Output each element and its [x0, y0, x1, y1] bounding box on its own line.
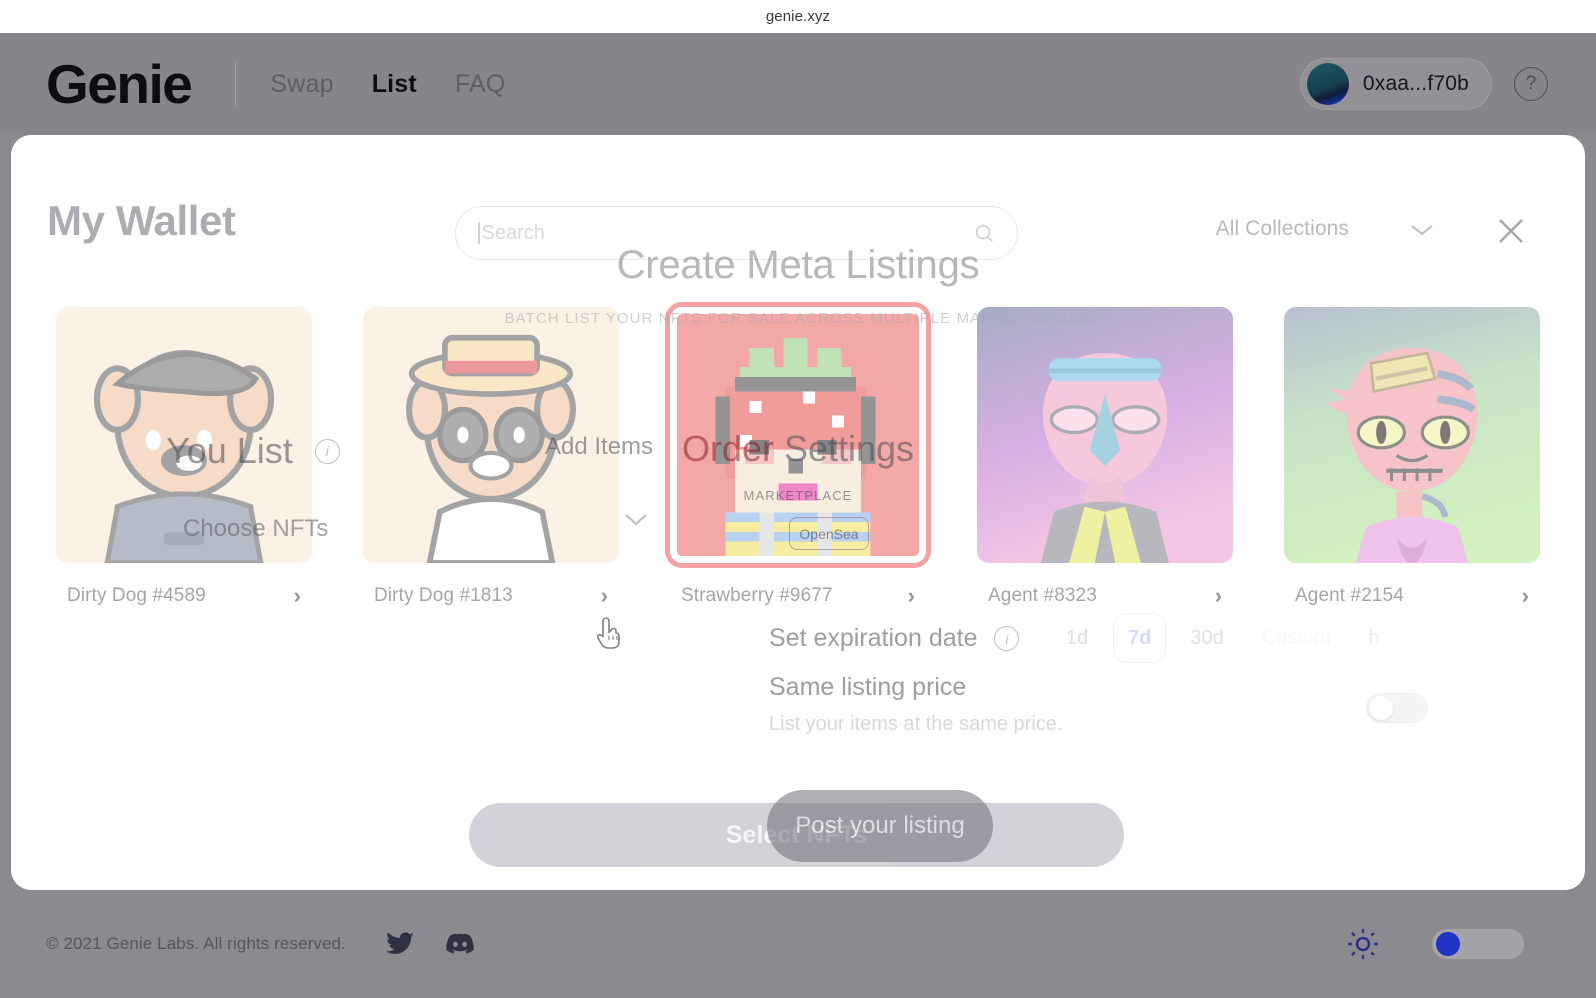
strawberry-9677-art: [677, 314, 919, 556]
nft-detail-arrow[interactable]: ›: [908, 583, 915, 609]
genie-logo[interactable]: Genie: [46, 56, 193, 112]
header-right: 0xaa...f70b ?: [1299, 58, 1548, 110]
wallet-picker-layer: My Wallet Search All Collections Dirty D…: [11, 135, 1585, 890]
dirty-dog-1813-art: [363, 307, 619, 563]
nft-detail-arrow[interactable]: ›: [294, 583, 301, 609]
avatar: [1306, 63, 1349, 105]
nft-detail-arrow[interactable]: ›: [1522, 583, 1529, 609]
theme-toggle[interactable]: [1432, 929, 1524, 959]
nft-name: Strawberry #9677: [681, 585, 833, 606]
nft-detail-arrow[interactable]: ›: [1215, 583, 1222, 609]
footer-right: [1346, 927, 1524, 961]
nft-card[interactable]: Agent #2154 ›: [1284, 307, 1540, 609]
nft-thumbnail[interactable]: [665, 302, 931, 568]
nft-meta: Strawberry #9677 ›: [670, 583, 926, 609]
help-icon[interactable]: ?: [1514, 67, 1548, 101]
nft-thumbnail[interactable]: [363, 307, 619, 563]
chevron-down-icon: [1411, 224, 1433, 235]
nft-name: Agent #2154: [1295, 585, 1404, 606]
wallet-modal: My Wallet Search All Collections Dirty D…: [11, 135, 1585, 890]
select-nfts-button[interactable]: Select NFTs: [469, 803, 1124, 867]
nft-meta: Agent #2154 ›: [1284, 583, 1540, 609]
nft-meta: Agent #8323 ›: [977, 583, 1233, 609]
nft-card[interactable]: Agent #8323 ›: [977, 307, 1233, 609]
sun-icon[interactable]: [1346, 927, 1380, 961]
nav-link-swap[interactable]: Swap: [270, 70, 333, 99]
collections-filter[interactable]: All Collections: [1216, 217, 1435, 241]
page-title: My Wallet: [47, 197, 236, 244]
app-background: Genie Swap List FAQ 0xaa...f70b ? My Wal…: [0, 33, 1596, 998]
nav-link-list[interactable]: List: [372, 70, 417, 99]
agent-2154-art: [1284, 307, 1540, 563]
collections-filter-label: All Collections: [1215, 217, 1349, 240]
nft-meta: Dirty Dog #1813 ›: [363, 583, 619, 609]
nft-thumbnail[interactable]: [977, 307, 1233, 563]
header-divider: [235, 62, 237, 106]
text-caret: [478, 222, 480, 244]
site-footer: © 2021 Genie Labs. All rights reserved.: [0, 890, 1596, 998]
nft-meta: Dirty Dog #4589 ›: [56, 583, 312, 609]
site-header: Genie Swap List FAQ 0xaa...f70b ?: [0, 33, 1596, 135]
nft-name: Agent #8323: [988, 585, 1097, 606]
discord-icon[interactable]: [446, 933, 474, 955]
close-icon[interactable]: [1495, 215, 1527, 247]
nft-detail-arrow[interactable]: ›: [601, 583, 608, 609]
wallet-button[interactable]: 0xaa...f70b: [1299, 58, 1492, 110]
toggle-knob: [1436, 932, 1460, 956]
search-input[interactable]: Search: [455, 206, 1018, 260]
agent-8323-art: [977, 307, 1233, 563]
nft-name: Dirty Dog #4589: [67, 585, 206, 606]
nft-name: Dirty Dog #1813: [374, 585, 513, 606]
nft-thumbnail[interactable]: [1284, 307, 1540, 563]
social-links: [385, 932, 474, 956]
nft-grid: Dirty Dog #4589 › Dirty Dog #1813 › Stra…: [56, 302, 1540, 609]
copyright-text: © 2021 Genie Labs. All rights reserved.: [46, 934, 346, 953]
browser-titlebar: genie.xyz: [0, 0, 1596, 33]
twitter-icon[interactable]: [385, 932, 414, 956]
wallet-address: 0xaa...f70b: [1362, 72, 1469, 95]
nft-thumbnail[interactable]: [56, 307, 312, 563]
main-nav: Swap List FAQ: [270, 70, 505, 99]
search-icon: [975, 224, 993, 242]
nft-card[interactable]: Dirty Dog #4589 ›: [56, 307, 312, 609]
browser-title: genie.xyz: [765, 8, 831, 25]
nav-link-faq[interactable]: FAQ: [455, 70, 506, 99]
nft-card-selected[interactable]: Strawberry #9677 ›: [665, 302, 931, 609]
screen-root: genie.xyz Genie Swap List FAQ 0xaa...f70…: [0, 0, 1596, 998]
search-placeholder: Search: [481, 221, 545, 244]
dirty-dog-4589-art: [56, 307, 312, 563]
nft-card[interactable]: Dirty Dog #1813 ›: [363, 307, 619, 609]
